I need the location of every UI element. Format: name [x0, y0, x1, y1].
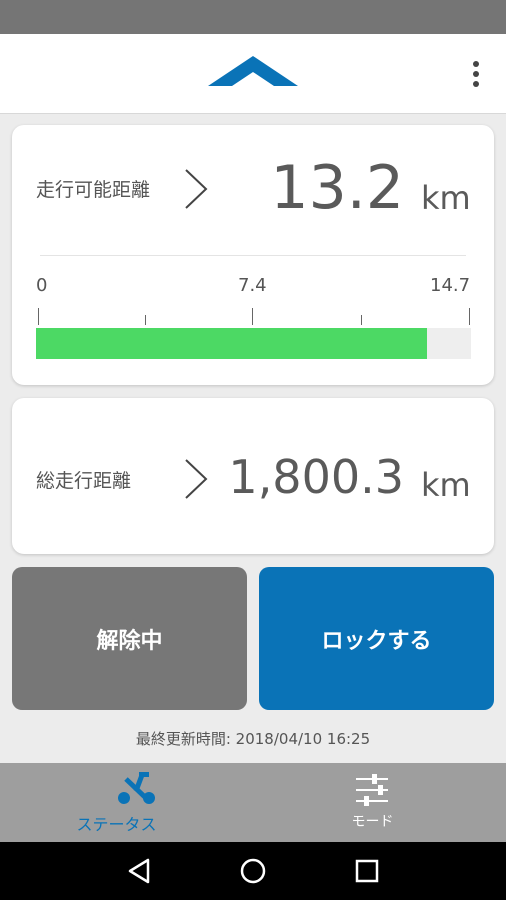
odometer-card[interactable]: 総走行距離 1,800.3 km: [12, 398, 494, 554]
scooter-icon: [118, 772, 155, 804]
chevron-right-icon: [185, 169, 208, 209]
range-progress-fill: [36, 328, 427, 359]
tab-status[interactable]: ステータス: [0, 763, 253, 842]
chevron-right-icon: [185, 459, 208, 499]
range-progress-bar: [36, 328, 471, 359]
scale-min-label: 0: [36, 275, 48, 296]
bottom-nav: ステータス モード: [0, 763, 506, 842]
sliders-icon: [356, 774, 388, 806]
back-triangle-icon[interactable]: [126, 856, 156, 886]
lock-button[interactable]: ロックする: [259, 567, 494, 710]
scale-tick: [252, 308, 253, 325]
recents-square-icon[interactable]: [352, 856, 382, 886]
range-unit: km: [421, 179, 471, 217]
unlock-status-button[interactable]: 解除中: [12, 567, 247, 710]
scale-tick: [145, 315, 146, 325]
last-updated-text: 最終更新時間: 2018/04/10 16:25: [135, 730, 371, 748]
scale-tick: [38, 308, 39, 325]
system-nav-bar: [0, 842, 506, 900]
scale-max-label: 14.7: [430, 275, 471, 296]
range-card[interactable]: 走行可能距離 13.2 km 0 7.4 14.7: [12, 125, 494, 385]
scale-tick: [469, 308, 470, 325]
chevron-up-logo-icon: [208, 56, 298, 86]
tab-status-label: ステータス: [76, 815, 157, 834]
odometer-label: 総走行距離: [36, 470, 132, 492]
app-bar: [0, 34, 506, 114]
range-label: 走行可能距離: [36, 179, 151, 201]
tab-mode-label: モード: [351, 814, 394, 830]
scale-tick: [361, 315, 362, 325]
odometer-unit: km: [421, 466, 471, 504]
scale-mid-label: 7.4: [238, 275, 267, 296]
home-circle-icon[interactable]: [238, 856, 268, 886]
divider: [40, 255, 466, 256]
range-value: 13.2: [270, 153, 404, 223]
odometer-value: 1,800.3: [228, 450, 404, 504]
tab-mode[interactable]: モード: [253, 763, 506, 842]
status-bar: [0, 0, 506, 34]
more-vertical-icon[interactable]: [462, 58, 490, 90]
